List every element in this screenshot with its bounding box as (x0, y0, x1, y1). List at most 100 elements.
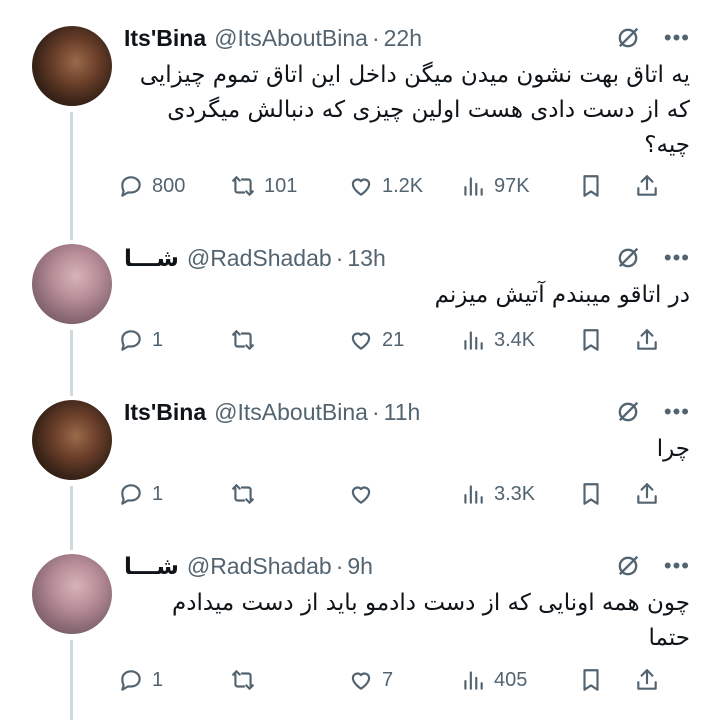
heart-icon (351, 178, 371, 196)
view-count: 3.4K (494, 328, 536, 351)
display-name[interactable]: شـــا (124, 553, 179, 580)
tweet-actions: 1 21 3.4K (118, 322, 694, 358)
handle[interactable]: @RadShadab (187, 553, 332, 580)
bookmark-icon (583, 175, 599, 197)
bookmark-icon (583, 329, 599, 351)
tweet-header: Its'Bina @ItsAboutBina · 22h ••• (124, 20, 690, 56)
views-button[interactable]: 3.3K (460, 481, 578, 507)
tweet-actions: 800 101 1.2K 97K (118, 168, 694, 204)
share-button[interactable] (634, 173, 664, 199)
timestamp[interactable]: 13h (347, 245, 385, 272)
views-button[interactable]: 97K (460, 173, 578, 199)
like-count: 7 (382, 668, 394, 691)
retweet-button[interactable] (230, 327, 348, 353)
share-button[interactable] (634, 327, 664, 353)
reply-icon (121, 670, 141, 691)
retweet-button[interactable] (230, 481, 348, 507)
tweet-header: Its'Bina @ItsAboutBina · 11h ••• (124, 394, 690, 430)
views-icon (464, 331, 483, 350)
handle[interactable]: @ItsAboutBina (214, 399, 368, 426)
retweet-icon (232, 670, 254, 690)
handle[interactable]: @RadShadab (187, 245, 332, 272)
timestamp[interactable]: 9h (347, 553, 373, 580)
thread-line (70, 112, 73, 240)
reply-count: 1 (152, 482, 164, 505)
bookmark-button[interactable] (578, 327, 634, 353)
bookmark-button[interactable] (578, 173, 634, 199)
share-icon (637, 175, 657, 196)
reply-icon (121, 484, 141, 505)
like-button[interactable]: 7 (348, 667, 460, 693)
tweet-text: در اتاقو میبندم آتیش میزنم (434, 282, 690, 308)
heart-icon (351, 486, 371, 504)
views-icon (464, 485, 483, 504)
like-button[interactable]: 1.2K (348, 173, 460, 199)
separator: · (371, 24, 380, 51)
reply-icon (121, 330, 141, 351)
timestamp[interactable]: 11h (384, 399, 421, 426)
display-name[interactable]: Its'Bina (124, 399, 206, 426)
avatar[interactable] (32, 400, 112, 480)
heart-icon (351, 672, 371, 690)
avatar[interactable] (32, 244, 112, 324)
reply-button[interactable]: 800 (118, 173, 230, 199)
like-button[interactable] (348, 481, 460, 507)
bookmark-icon (583, 669, 599, 691)
like-count: 1.2K (382, 174, 424, 197)
avatar[interactable] (32, 26, 112, 106)
grok-icon[interactable] (614, 24, 642, 52)
bookmark-icon (583, 483, 599, 505)
more-icon[interactable]: ••• (664, 555, 690, 577)
tweet-header: شـــا @RadShadab · 9h ••• (124, 548, 690, 584)
share-button[interactable] (634, 481, 664, 507)
like-button[interactable]: 21 (348, 327, 460, 353)
view-count: 405 (494, 668, 528, 691)
separator: · (335, 244, 344, 271)
views-button[interactable]: 3.4K (460, 327, 578, 353)
retweet-button[interactable]: 101 (230, 173, 348, 199)
retweet-icon (232, 330, 254, 350)
reply-count: 800 (152, 174, 186, 197)
retweet-icon (232, 484, 254, 504)
more-icon[interactable]: ••• (664, 401, 690, 423)
views-button[interactable]: 405 (460, 667, 578, 693)
views-icon (464, 671, 483, 690)
display-name[interactable]: Its'Bina (124, 25, 206, 52)
tweet-header: شـــا @RadShadab · 13h ••• (124, 240, 690, 276)
tweet-text: یه اتاق بهت نشون میدن میگن داخل این اتاق… (139, 62, 690, 158)
tweet-actions: 1 3.3K (118, 476, 694, 512)
bookmark-button[interactable] (578, 667, 634, 693)
retweet-icon (232, 176, 254, 196)
reply-button[interactable]: 1 (118, 481, 230, 507)
more-icon[interactable]: ••• (664, 27, 690, 49)
more-icon[interactable]: ••• (664, 247, 690, 269)
reply-button[interactable]: 1 (118, 667, 230, 693)
grok-icon[interactable] (614, 244, 642, 272)
reply-icon (121, 176, 141, 197)
grok-icon[interactable] (614, 398, 642, 426)
handle[interactable]: @ItsAboutBina (214, 25, 368, 52)
display-name[interactable]: شـــا (124, 245, 179, 272)
view-count: 3.3K (494, 482, 536, 505)
timestamp[interactable]: 22h (384, 25, 422, 52)
grok-icon[interactable] (614, 552, 642, 580)
reply-count: 1 (152, 328, 164, 351)
retweet-button[interactable] (230, 667, 348, 693)
bookmark-button[interactable] (578, 481, 634, 507)
share-button[interactable] (634, 667, 664, 693)
like-count: 21 (382, 328, 405, 351)
thread-line (70, 330, 73, 396)
thread-line (70, 486, 73, 550)
share-icon (637, 483, 657, 504)
thread-line (70, 640, 73, 720)
separator: · (371, 398, 380, 425)
reply-button[interactable]: 1 (118, 327, 230, 353)
view-count: 97K (494, 174, 530, 197)
separator: · (335, 552, 344, 579)
avatar[interactable] (32, 554, 112, 634)
tweet-text: چرا (656, 436, 690, 462)
reply-count: 1 (152, 668, 164, 691)
heart-icon (351, 332, 371, 350)
tweet-actions: 1 7 405 (118, 662, 694, 698)
views-icon (464, 177, 483, 196)
